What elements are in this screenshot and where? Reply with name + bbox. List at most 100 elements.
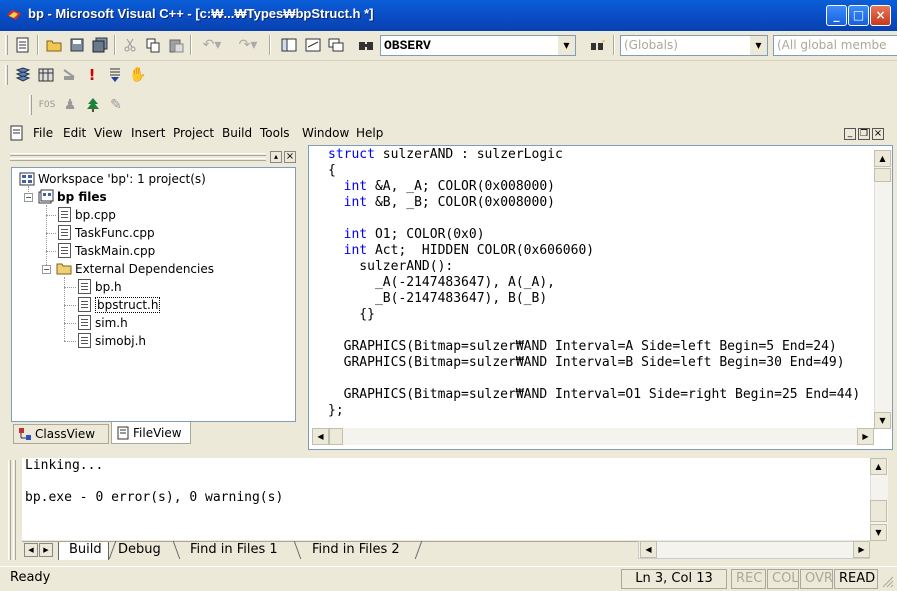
redo-icon[interactable]: ↷▾ — [232, 34, 264, 56]
menu-help[interactable]: Help — [356, 126, 383, 140]
scroll-right-icon[interactable]: ▶ — [857, 428, 874, 445]
globals-combo-dropdown[interactable]: ▼ — [750, 36, 767, 55]
globals-combo[interactable]: (Globals) — [620, 35, 768, 56]
scroll-left-icon[interactable]: ◀ — [640, 541, 657, 558]
close-button[interactable]: × — [870, 5, 891, 26]
dock-toggle-icon[interactable]: ▴ — [270, 151, 282, 163]
minimize-button[interactable]: _ — [826, 5, 847, 26]
output-window-icon[interactable] — [302, 34, 324, 56]
window-list-icon[interactable] — [325, 34, 347, 56]
cpp-file-icon — [58, 243, 72, 259]
tab-debug[interactable]: Debug — [118, 542, 161, 560]
tab-scroll-right-icon[interactable]: ▶ — [39, 543, 53, 557]
tree-external-dependencies[interactable]: External Dependencies — [56, 260, 214, 278]
scroll-left-icon[interactable]: ◀ — [312, 428, 329, 445]
hand-icon[interactable]: ✋ — [127, 64, 149, 86]
compile-icon[interactable] — [12, 64, 34, 86]
new-text-file-icon[interactable] — [12, 34, 34, 56]
panel-grip[interactable] — [10, 153, 266, 156]
tree-file-taskmain-cpp[interactable]: TaskMain.cpp — [58, 242, 155, 260]
code-line: { — [328, 163, 336, 178]
find-combo[interactable]: OBSERV — [380, 35, 576, 56]
panel-grip[interactable] — [8, 460, 11, 560]
menu-file[interactable]: File — [33, 126, 53, 140]
tab-fileview[interactable]: FileView — [111, 422, 191, 444]
menu-view[interactable]: View — [94, 126, 122, 140]
header-file-icon — [78, 297, 92, 313]
scroll-thumb[interactable] — [870, 500, 887, 522]
paste-icon[interactable] — [165, 34, 187, 56]
tree-icon[interactable] — [82, 94, 104, 116]
tab-classview[interactable]: ClassView — [13, 424, 109, 444]
editor-vertical-scrollbar[interactable] — [874, 150, 892, 428]
tree-dep-sim-h[interactable]: sim.h — [78, 314, 128, 332]
collapse-icon[interactable]: − — [42, 265, 51, 274]
tree-project[interactable]: bp files — [38, 188, 107, 206]
go-icon[interactable] — [104, 64, 126, 86]
hscroll-thumb[interactable] — [329, 428, 343, 445]
tree-workspace-label: Workspace 'bp': 1 project(s) — [38, 172, 206, 186]
find-combo-dropdown[interactable]: ▼ — [558, 36, 575, 55]
undo-icon[interactable]: ↶▾ — [196, 34, 228, 56]
open-folder-icon[interactable] — [43, 34, 65, 56]
panel-grip[interactable] — [13, 460, 16, 560]
output-horizontal-scrollbar[interactable] — [638, 541, 870, 559]
build-icon[interactable] — [35, 64, 57, 86]
tree-workspace-root[interactable]: Workspace 'bp': 1 project(s) — [19, 170, 206, 188]
document-icon[interactable] — [10, 125, 28, 141]
menu-build[interactable]: Build — [222, 126, 252, 140]
menu-edit[interactable]: Edit — [63, 126, 86, 140]
toolbar-grip[interactable] — [5, 65, 8, 85]
editor-horizontal-scrollbar[interactable] — [312, 428, 874, 445]
mdi-close-button[interactable]: × — [872, 128, 884, 140]
workspace-window-icon[interactable] — [278, 34, 300, 56]
mdi-restore-button[interactable]: ❐ — [858, 128, 870, 140]
scroll-right-icon[interactable]: ▶ — [853, 541, 870, 558]
output-line: bp.exe - 0 error(s), 0 warning(s) — [25, 490, 284, 505]
panel-grip[interactable] — [10, 158, 266, 161]
maximize-button[interactable]: □ — [848, 5, 869, 26]
output-text[interactable]: Linking... bp.exe - 0 error(s), 0 warnin… — [22, 458, 870, 540]
tab-build[interactable]: Build — [58, 542, 109, 560]
brush-icon[interactable]: ✎ — [105, 94, 127, 116]
tab-scroll-left-icon[interactable]: ◀ — [24, 543, 38, 557]
toolbar-separator — [114, 35, 116, 55]
execute-icon[interactable]: ! — [81, 64, 103, 86]
toolbar-grip[interactable] — [5, 35, 8, 55]
fbs-icon[interactable]: F0S — [36, 94, 58, 116]
tree-dep-simobj-h[interactable]: simobj.h — [78, 332, 146, 350]
scroll-down-icon[interactable]: ▼ — [874, 412, 891, 429]
wizard-hat-icon[interactable]: ♟ — [59, 94, 81, 116]
cut-icon[interactable] — [119, 34, 141, 56]
resize-grip-icon[interactable] — [880, 574, 894, 588]
menu-tools[interactable]: Tools — [260, 126, 290, 140]
scroll-thumb[interactable] — [874, 168, 891, 182]
tab-find-in-files-1[interactable]: Find in Files 1 — [190, 542, 278, 560]
toolbar-grip[interactable] — [29, 95, 32, 115]
scroll-up-icon[interactable]: ▲ — [874, 150, 891, 167]
tree-file-taskfunc-cpp[interactable]: TaskFunc.cpp — [58, 224, 155, 242]
menu-window[interactable]: Window — [302, 126, 349, 140]
tab-find-in-files-2[interactable]: Find in Files 2 — [312, 542, 400, 560]
stop-build-icon[interactable] — [58, 64, 80, 86]
code-line: int &B, _B; COLOR(0x008000) — [343, 195, 555, 210]
panel-close-icon[interactable]: × — [284, 151, 296, 163]
menu-project[interactable]: Project — [173, 126, 214, 140]
tree-dep-bpstruct-h[interactable]: bpstruct.h — [78, 296, 161, 314]
code-text[interactable]: struct sulzerAND : sulzerLogic{ int &A, … — [328, 147, 860, 419]
find-in-files-icon[interactable] — [356, 34, 378, 56]
copy-icon[interactable] — [142, 34, 164, 56]
collapse-icon[interactable]: − — [24, 193, 33, 202]
scroll-up-icon[interactable]: ▲ — [870, 458, 887, 475]
tree-file-bp-cpp[interactable]: bp.cpp — [58, 206, 116, 224]
mdi-minimize-button[interactable]: _ — [844, 128, 856, 140]
tree-dep-bp-h[interactable]: bp.h — [78, 278, 122, 296]
menu-insert[interactable]: Insert — [131, 126, 165, 140]
tree-file-label: simobj.h — [95, 334, 146, 348]
search-icon[interactable] — [587, 34, 609, 56]
save-all-icon[interactable] — [89, 34, 111, 56]
save-icon[interactable] — [66, 34, 88, 56]
scroll-down-icon[interactable]: ▼ — [870, 524, 887, 541]
members-combo[interactable]: (All global membe — [773, 35, 897, 56]
